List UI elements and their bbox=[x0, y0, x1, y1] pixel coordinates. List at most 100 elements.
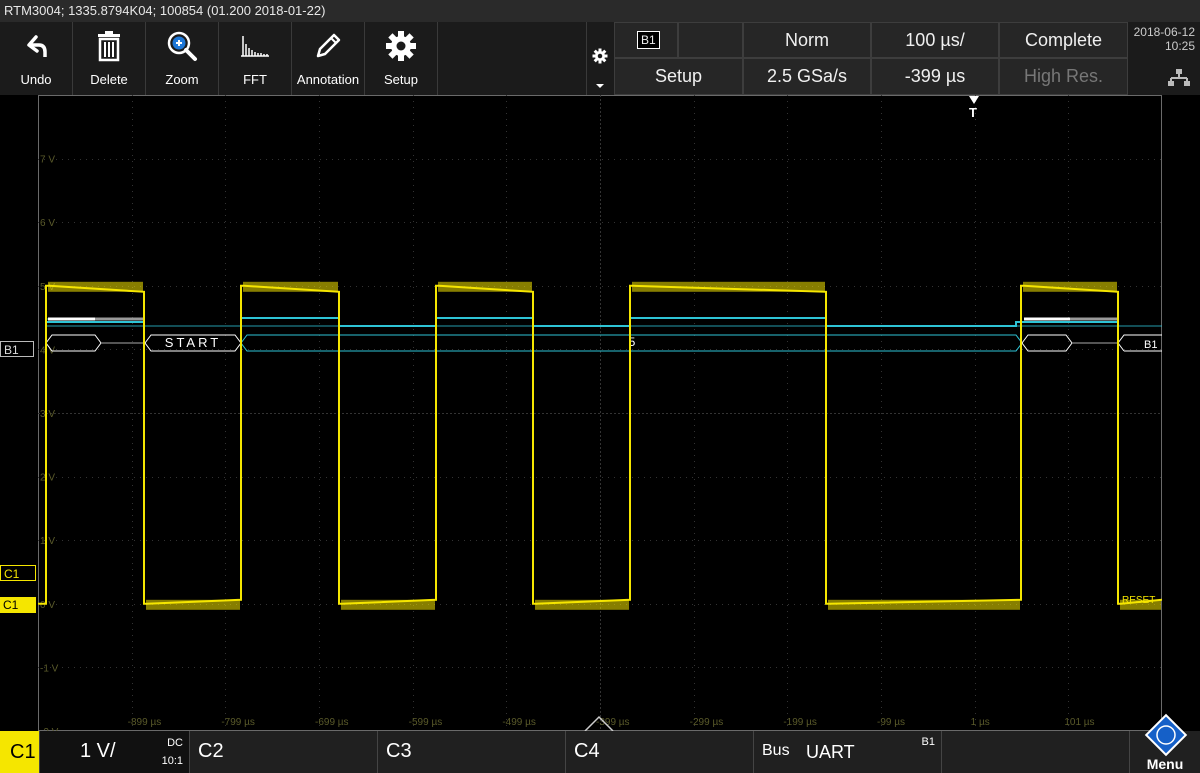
c1-probe: 10:1 bbox=[161, 755, 183, 767]
x-axis-label: -199 µs bbox=[783, 717, 817, 728]
c1-noise-segment bbox=[48, 281, 143, 292]
c4-label: C4 bbox=[574, 740, 600, 762]
y-axis-label: 7 V bbox=[40, 155, 55, 166]
c2-label: C2 bbox=[198, 740, 224, 762]
horizontal-position[interactable]: -399 µs bbox=[871, 58, 999, 95]
fft-label: FFT bbox=[243, 72, 267, 87]
bus-decode-track: START 5 B1 bbox=[45, 317, 1162, 352]
y-axis-label: -1 V bbox=[40, 663, 59, 674]
trash-icon bbox=[73, 27, 145, 65]
fft-icon bbox=[219, 27, 291, 65]
undo-button[interactable]: Undo bbox=[0, 22, 73, 95]
gear-icon bbox=[365, 27, 437, 65]
bus-protocol: UART bbox=[806, 742, 855, 762]
y-axis-label: 6 V bbox=[40, 218, 55, 229]
c1-coupling: DC bbox=[167, 737, 183, 749]
c1-noise-segment bbox=[632, 281, 825, 292]
bus-badge-cell[interactable]: B1 bbox=[614, 22, 678, 58]
reset-label: RESET bbox=[1122, 595, 1155, 606]
window-title: RTM3004; 1335.8794K04; 100854 (01.200 20… bbox=[0, 0, 1200, 22]
x-axis-labels: -899 µs -799 µs -699 µs -599 µs -499 µs -399 … bbox=[128, 717, 1095, 728]
time: 10:25 bbox=[1164, 39, 1195, 53]
bus-badge: B1 bbox=[637, 31, 660, 49]
c3-label: C3 bbox=[386, 740, 412, 762]
zoom-label: Zoom bbox=[165, 72, 199, 87]
annotation-button[interactable]: Annotation bbox=[292, 22, 365, 95]
menu-button[interactable]: Menu bbox=[1130, 713, 1200, 773]
setup-button[interactable]: Setup bbox=[365, 22, 438, 95]
x-axis-label: -899 µs bbox=[128, 717, 162, 728]
c1-noise-segment bbox=[243, 281, 338, 292]
x-axis-label: 101 µs bbox=[1064, 717, 1094, 728]
c1-scale: 1 V/ bbox=[80, 740, 116, 762]
c1-channel-button[interactable]: C1 bbox=[0, 731, 40, 773]
bus-id: B1 bbox=[921, 736, 935, 748]
x-axis-label: -699 µs bbox=[315, 717, 349, 728]
x-axis-label: -299 µs bbox=[690, 717, 724, 728]
timebase-scale[interactable]: 100 µs/ bbox=[871, 22, 999, 58]
c3-channel-button[interactable]: C3 bbox=[378, 731, 566, 773]
c1-noise-segment bbox=[438, 281, 532, 292]
acquisition-state[interactable]: Complete bbox=[999, 22, 1128, 58]
status-blank-cell bbox=[678, 22, 743, 58]
empty-channel-slot bbox=[942, 731, 1130, 773]
c1-trigger-level-tag[interactable]: C1 bbox=[0, 565, 36, 581]
x-axis-label: -799 µs bbox=[221, 717, 255, 728]
delete-button[interactable]: Delete bbox=[73, 22, 146, 95]
trigger-marker[interactable]: T bbox=[967, 96, 981, 124]
c1-scale-cell[interactable]: 1 V/ DC 10:1 bbox=[40, 731, 190, 773]
y-axis-label: 2 V bbox=[40, 473, 55, 484]
annotation-label: Annotation bbox=[296, 72, 360, 87]
trigger-mode[interactable]: Norm bbox=[743, 22, 871, 58]
bus-start-label: START bbox=[165, 335, 221, 350]
caret-down-icon bbox=[596, 84, 604, 88]
waveform-display[interactable]: 7 V6 V5 V4 V3 V2 V1 V0 V-1 V-2 V -899 µs… bbox=[38, 95, 1162, 731]
c4-channel-button[interactable]: C4 bbox=[566, 731, 754, 773]
x-axis-label: -599 µs bbox=[409, 717, 443, 728]
trigger-arrow-icon bbox=[969, 96, 979, 104]
date: 2018-06-12 bbox=[1133, 25, 1195, 39]
c1-noise-segment bbox=[1023, 281, 1117, 292]
c1-offset-tag[interactable]: C1 bbox=[0, 597, 36, 613]
bus-label: Bus bbox=[762, 742, 790, 759]
zoom-button[interactable]: Zoom bbox=[146, 22, 219, 95]
y-axis-label: 1 V bbox=[40, 536, 55, 547]
sample-rate[interactable]: 2.5 GSa/s bbox=[743, 58, 871, 95]
bus-bit-line bbox=[46, 317, 1118, 327]
undo-icon bbox=[0, 27, 72, 65]
b1-offset-tag[interactable]: B1 bbox=[0, 341, 34, 357]
c1-trigger-label: C1 bbox=[4, 567, 20, 581]
fft-button[interactable]: FFT bbox=[219, 22, 292, 95]
gear-small-icon bbox=[592, 48, 608, 69]
c1-noise-band bbox=[48, 281, 1161, 610]
zoom-icon bbox=[146, 27, 218, 65]
acquisition-mode[interactable]: High Res. bbox=[999, 58, 1128, 95]
c1-noise-segment bbox=[828, 599, 1020, 610]
x-axis-label: 1 µs bbox=[971, 717, 990, 728]
trigger-setup[interactable]: Setup bbox=[614, 58, 743, 95]
graticule bbox=[38, 95, 1162, 731]
network-icon bbox=[1168, 69, 1190, 90]
trigger-letter: T bbox=[969, 105, 977, 120]
y-axis-labels: 7 V6 V5 V4 V3 V2 V1 V0 V-1 V-2 V bbox=[40, 155, 59, 731]
y-axis-label: 0 V bbox=[40, 600, 55, 611]
y-axis-label: 3 V bbox=[40, 409, 55, 420]
bus-right-label: B1 bbox=[1144, 339, 1157, 351]
pencil-icon bbox=[292, 27, 364, 65]
menu-label: Menu bbox=[1146, 756, 1184, 772]
c2-channel-button[interactable]: C2 bbox=[190, 731, 378, 773]
quick-settings-button[interactable] bbox=[586, 22, 614, 95]
undo-label: Undo bbox=[20, 72, 52, 87]
delete-label: Delete bbox=[90, 72, 128, 87]
x-axis-label: -99 µs bbox=[877, 717, 905, 728]
setup-label: Setup bbox=[384, 72, 418, 87]
channel-bar: C1 1 V/ DC 10:1 C2 C3 C4 Bus UART B1 Men… bbox=[0, 713, 1200, 773]
c1-noise-segment bbox=[341, 599, 435, 610]
date-time: 2018-06-12 10:25 bbox=[1128, 22, 1200, 95]
x-axis-label: -499 µs bbox=[502, 717, 536, 728]
bus-bit-line-thin bbox=[46, 318, 1162, 327]
bus-frame-idle-right bbox=[1021, 334, 1073, 352]
bus-channel-button[interactable]: Bus UART B1 bbox=[754, 731, 942, 773]
c1-noise-segment bbox=[535, 599, 629, 610]
c1-noise-segment bbox=[146, 599, 240, 610]
